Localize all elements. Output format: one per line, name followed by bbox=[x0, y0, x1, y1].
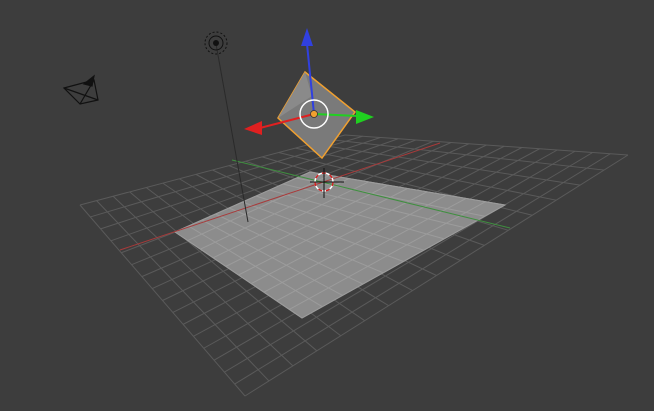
grid-line bbox=[344, 134, 629, 156]
lamp-icon[interactable] bbox=[204, 31, 228, 55]
object-origin bbox=[310, 110, 318, 118]
lamp-line bbox=[215, 43, 249, 223]
camera-icon[interactable] bbox=[62, 74, 99, 105]
manip-z-arrow[interactable] bbox=[301, 28, 313, 46]
manip-x-arrow[interactable] bbox=[244, 121, 262, 135]
manip-y-arrow[interactable] bbox=[356, 110, 374, 124]
3d-viewport[interactable] bbox=[0, 0, 654, 411]
viewport-canvas[interactable] bbox=[0, 0, 654, 411]
